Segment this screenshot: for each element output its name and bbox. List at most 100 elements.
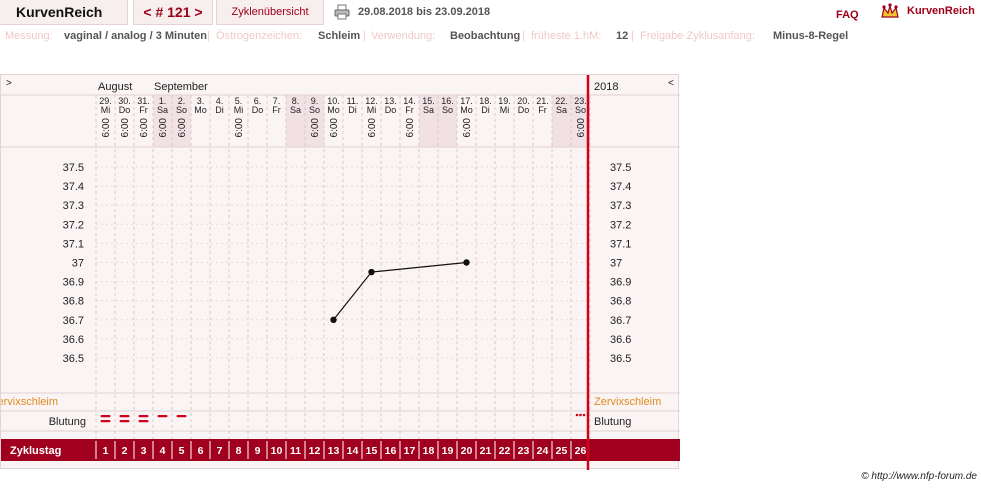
day-weekday: Fr	[139, 105, 148, 115]
copyright: © http://www.nfp-forum.de	[861, 471, 977, 482]
chart-grid	[1, 94, 680, 461]
day-weekday: Sa	[423, 105, 434, 115]
bleeding-mark	[176, 415, 187, 418]
bleeding-mark	[138, 415, 149, 418]
separator: |	[522, 30, 525, 42]
day-weekday: Do	[385, 105, 397, 115]
cycle-day-number: 21	[480, 445, 492, 457]
day-time: 6:00	[462, 118, 473, 138]
top-toolbar: KurvenReich < # 121 > Zyklenübersicht 29…	[0, 0, 981, 25]
day-weekday: Sa	[290, 105, 301, 115]
month-label: September	[154, 81, 208, 93]
day-weekday: Fr	[405, 105, 414, 115]
y-tick-label: 37.2	[63, 219, 84, 231]
printer-icon[interactable]	[334, 4, 350, 20]
y-tick-label-right: 37.2	[610, 219, 631, 231]
temperature-point	[368, 268, 375, 276]
earliest-label: früheste 1.hM:	[531, 30, 602, 42]
y-tick-label-right: 36.7	[610, 315, 631, 327]
usage-label: Verwendung:	[371, 30, 436, 42]
day-weekday: Mi	[101, 105, 111, 115]
day-time: 6:00	[576, 118, 587, 138]
day-weekday: Di	[348, 105, 357, 115]
cycle-day-number: 2	[122, 445, 128, 457]
y-tick-label-right: 36.8	[610, 296, 631, 308]
cycle-day-number: 25	[556, 445, 568, 457]
y-tick-label-right: 36.9	[610, 277, 631, 289]
estrogen-value: Schleim	[318, 30, 361, 42]
year-label: 2018	[594, 81, 618, 93]
app-title: KurvenReich	[0, 0, 128, 25]
day-weekday: Mo	[327, 105, 340, 115]
day-time: 6:00	[234, 118, 245, 138]
cycle-day-number: 6	[198, 445, 204, 457]
cycle-day-number: 9	[255, 445, 261, 457]
cycle-day-number: 26	[575, 445, 587, 457]
y-tick-label: 37.1	[63, 238, 84, 250]
y-tick-label-right: 36.6	[610, 334, 631, 346]
cycle-day-number: 19	[442, 445, 454, 457]
day-weekday: Fr	[272, 105, 281, 115]
day-weekday: Sa	[157, 105, 168, 115]
bleeding-mark	[579, 413, 582, 417]
separator: |	[207, 30, 210, 42]
cycle-overview-button[interactable]: Zyklenübersicht	[216, 0, 324, 25]
faq-link[interactable]: FAQ	[836, 3, 859, 28]
month-label: August	[98, 81, 132, 93]
day-time: 6:00	[177, 118, 188, 138]
prev-cycle-button[interactable]: <	[143, 4, 151, 20]
y-tick-label-right: 37.1	[610, 238, 631, 250]
cycle-day-number: 13	[328, 445, 340, 457]
cycle-day-number: 8	[236, 445, 242, 457]
cycle-day-number: 1	[103, 445, 109, 457]
next-cycle-button[interactable]: >	[194, 4, 202, 20]
y-tick-label: 36.5	[63, 353, 84, 365]
chart-svg: > August September 2018 < 29.Mi6:0030.Do…	[1, 75, 680, 470]
bleeding-mark	[119, 420, 130, 423]
earliest-value: 12	[616, 30, 629, 42]
bleeding-mark	[100, 415, 111, 418]
day-time: 6:00	[158, 118, 169, 138]
day-weekday: Mo	[194, 105, 207, 115]
separator: |	[631, 30, 634, 42]
cycle-day-number: 14	[347, 445, 359, 457]
separator: |	[363, 30, 366, 42]
cycle-day-number: 7	[217, 445, 223, 457]
cycle-day-number: 11	[290, 445, 301, 457]
day-time: 6:00	[405, 118, 416, 138]
cycle-day-number: 24	[537, 445, 549, 457]
day-weekday: Di	[481, 105, 490, 115]
logo-text: KurvenReich	[907, 5, 975, 17]
cycle-day-number: 3	[141, 445, 147, 457]
day-time: 6:00	[120, 118, 131, 138]
cycle-day-number: 23	[518, 445, 530, 457]
observation-rows: Zervixschleim Zervixschleim Blutung Blut…	[1, 396, 661, 428]
day-weekday: Fr	[538, 105, 547, 115]
day-weekday: Sa	[556, 105, 567, 115]
cycle-day-number: 16	[385, 445, 397, 457]
day-weekday: Di	[215, 105, 224, 115]
cycle-number: # 121	[155, 4, 191, 20]
y-tick-label-right: 37.3	[610, 200, 631, 212]
day-weekday: So	[575, 105, 586, 115]
day-time: 6:00	[139, 118, 150, 138]
day-weekday: So	[309, 105, 320, 115]
cycle-day-number: 18	[423, 445, 435, 457]
day-weekday: So	[442, 105, 453, 115]
scroll-right-arrow[interactable]: <	[668, 78, 674, 89]
scroll-left-arrow[interactable]: >	[6, 78, 12, 89]
day-weekday: Mi	[500, 105, 510, 115]
cycle-day-number: 22	[499, 445, 511, 457]
temperature-point	[330, 316, 337, 323]
cycle-navigator: < # 121 >	[133, 0, 213, 25]
bleeding-row-label: Blutung	[49, 416, 86, 428]
temperature-point	[463, 259, 470, 266]
chart-header: > August September 2018 <	[6, 78, 674, 93]
bleeding-mark	[119, 415, 130, 418]
cycle-day-number: 10	[271, 445, 283, 457]
estrogen-label: Östrogenzeichen:	[216, 30, 303, 42]
y-tick-label: 36.7	[63, 315, 84, 327]
day-weekday: Mi	[234, 105, 244, 115]
day-weekday: Do	[252, 105, 264, 115]
cycle-day-number: 12	[309, 445, 321, 457]
